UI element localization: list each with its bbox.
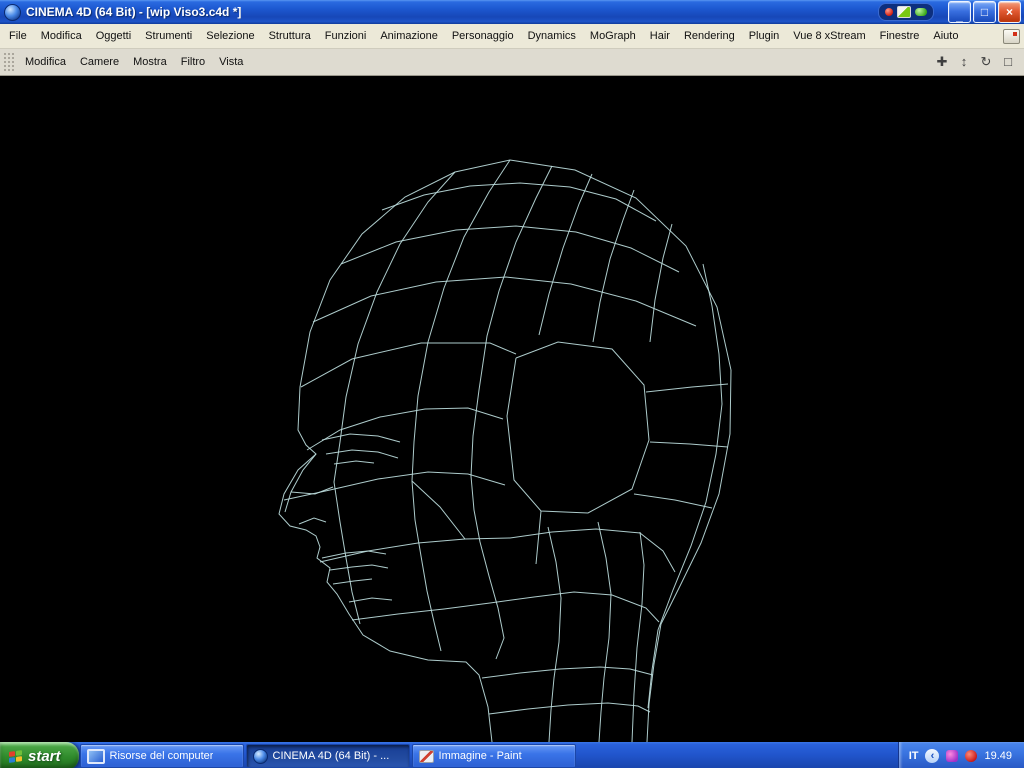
menu-item[interactable]: MoGraph [583,24,643,48]
menu-item[interactable]: Hair [643,24,677,48]
maximize-button[interactable]: □ [973,1,996,23]
drag-handle[interactable] [3,52,14,72]
hide-icons-chevron-icon[interactable]: ‹ [925,749,940,763]
viewport-nav-icons: ✚ ↕ ↻ □ [932,50,1018,74]
maximize-glyph: □ [980,5,989,19]
viewport-menu-item[interactable]: Vista [212,49,250,75]
title-bar: CINEMA 4D (64 Bit) - [wip Viso3.c4d *] _… [0,0,1024,24]
menu-item[interactable]: Dynamics [521,24,583,48]
menu-item[interactable]: Animazione [373,24,444,48]
viewport-menu-items: Modifica Camere Mostra Filtro Vista [18,49,250,75]
menu-item[interactable]: File [2,24,34,48]
pan-icon[interactable]: ✚ [932,50,952,74]
menu-item[interactable]: Funzioni [318,24,374,48]
start-label: start [28,747,61,765]
menu-bar: File Modifica Oggetti Strumenti Selezione Str… [0,24,1024,49]
minimize-button[interactable]: _ [948,1,971,23]
main-menu-items: File Modifica Oggetti Strumenti Selezione Str… [2,24,965,48]
system-tray: IT ‹ 19.49 [897,742,1024,768]
layout-window-icon[interactable] [1003,28,1020,44]
red-dot-icon [885,8,893,16]
taskbar-item-paint[interactable]: Immagine - Paint [411,744,576,768]
language-indicator[interactable]: IT [909,750,919,762]
menu-item[interactable]: Plugin [742,24,787,48]
menu-item[interactable]: Finestre [873,24,927,48]
rotate-icon[interactable]: ↻ [976,50,996,74]
menu-item[interactable]: Selezione [199,24,261,48]
clock: 19.49 [984,750,1012,762]
viewport-menu-bar: Modifica Camere Mostra Filtro Vista ✚ ↕ ↻ □ [0,49,1024,76]
cinema4d-app-icon [4,3,21,21]
green-dot-icon [915,8,927,16]
toggle-view-icon[interactable]: □ [998,50,1018,74]
menu-item[interactable]: Strumenti [138,24,199,48]
menu-item[interactable]: Rendering [677,24,742,48]
viewport-menu-item[interactable]: Camere [73,49,126,75]
tray-app-icon[interactable] [946,750,959,762]
viewport-menu-item[interactable]: Mostra [126,49,174,75]
task-label: Risorse del computer [109,750,214,762]
minimize-glyph: _ [956,9,963,23]
window-title: CINEMA 4D (64 Bit) - [wip Viso3.c4d *] [26,5,242,19]
taskbar: start Risorse del computer CINEMA 4D (64… [0,742,1024,768]
menu-item[interactable]: Oggetti [89,24,138,48]
zoom-icon[interactable]: ↕ [954,50,974,74]
desktop: CINEMA 4D (64 Bit) - [wip Viso3.c4d *] _… [0,0,1024,768]
titlebar-widget[interactable] [878,3,934,21]
menu-item[interactable]: Vue 8 xStream [786,24,872,48]
nvidia-icon [897,6,911,18]
menu-item[interactable]: Aiuto [926,24,965,48]
task-label: CINEMA 4D (64 Bit) - ... [272,750,390,762]
close-button[interactable]: × [998,1,1021,23]
paint-icon [418,749,434,763]
close-glyph: × [1005,5,1013,19]
computer-icon [86,748,105,764]
menu-item[interactable]: Personaggio [445,24,521,48]
taskbar-item-cinema4d[interactable]: CINEMA 4D (64 Bit) - ... [245,744,410,768]
window-controls: _ □ × [946,1,1021,23]
task-label: Immagine - Paint [438,750,522,762]
viewport[interactable] [0,76,1024,742]
menu-item[interactable]: Modifica [34,24,89,48]
viewport-menu-item[interactable]: Filtro [174,49,212,75]
cinema4d-icon [252,748,268,764]
viewport-menu-item[interactable]: Modifica [18,49,73,75]
taskbar-item-computer[interactable]: Risorse del computer [79,744,244,768]
menu-item[interactable]: Struttura [262,24,318,48]
start-button[interactable]: start [0,742,79,768]
wireframe-svg [278,159,732,742]
antivirus-icon[interactable] [965,750,978,762]
windows-logo-icon [9,749,22,763]
